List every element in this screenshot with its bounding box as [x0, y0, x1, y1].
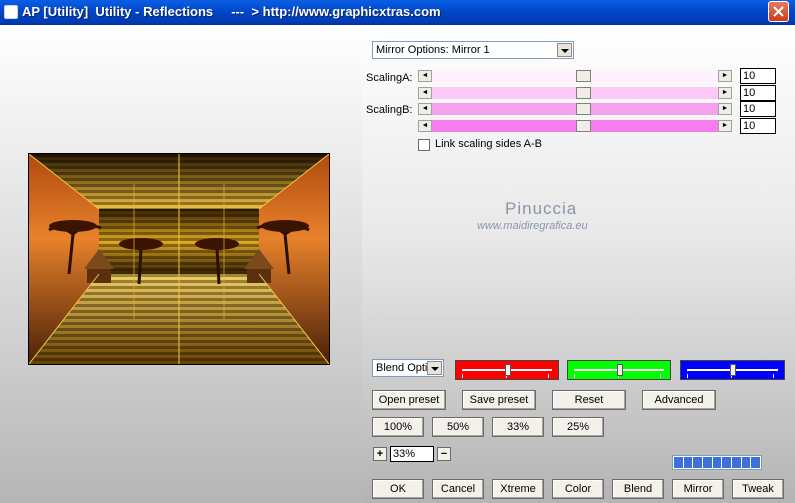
blend-options-select[interactable]: Blend Options — [372, 359, 444, 377]
progress-block — [722, 457, 732, 468]
progress-block — [674, 457, 683, 468]
progress-block — [741, 457, 751, 468]
slider-tick — [548, 374, 549, 378]
scaling-value-field[interactable]: 10 — [740, 85, 776, 101]
scaling-slider[interactable]: ◄ ► — [418, 103, 732, 115]
close-icon — [773, 6, 784, 17]
scaling-b-label: ScalingB: — [366, 104, 413, 116]
scaling-slider[interactable]: ◄ ► — [418, 120, 732, 132]
progress-block — [712, 457, 722, 468]
tweak-button[interactable]: Tweak — [732, 479, 784, 499]
reset-button[interactable]: Reset — [552, 390, 626, 410]
progress-block — [683, 457, 693, 468]
progress-block — [732, 457, 741, 468]
slider-tick — [660, 374, 661, 378]
title-bar: AP [Utility] Utility - Reflections --- >… — [0, 0, 795, 25]
slider-thumb[interactable] — [576, 87, 591, 99]
red-color-slider[interactable] — [455, 360, 559, 380]
mirror-options-select[interactable]: Mirror Options: Mirror 1 — [372, 41, 574, 59]
xtreme-button[interactable]: Xtreme — [492, 479, 544, 499]
blend-options-value: Blend Options — [376, 362, 428, 374]
zoom-33-button[interactable]: 33% — [492, 417, 544, 437]
zoom-100-button[interactable]: 100% — [372, 417, 424, 437]
blend-button[interactable]: Blend — [612, 479, 664, 499]
scaling-slider[interactable]: ◄ ► — [418, 70, 732, 82]
slider-thumb[interactable] — [505, 364, 511, 376]
link-scaling-checkbox[interactable] — [418, 139, 430, 151]
slider-tick — [462, 374, 463, 378]
save-preset-button[interactable]: Save preset — [462, 390, 536, 410]
scaling-a-label: ScalingA: — [366, 72, 413, 84]
scroll-right-icon[interactable]: ► — [718, 70, 732, 82]
zoom-value-field[interactable]: 33% — [390, 446, 434, 462]
open-preset-button[interactable]: Open preset — [372, 390, 446, 410]
slider-thumb[interactable] — [576, 70, 591, 82]
progress-block — [751, 457, 761, 468]
cancel-button[interactable]: Cancel — [432, 479, 484, 499]
scaling-value-field[interactable]: 10 — [740, 68, 776, 84]
link-scaling-label: Link scaling sides A-B — [435, 138, 542, 150]
window-title: AP [Utility] Utility - Reflections --- >… — [22, 4, 441, 19]
green-color-slider[interactable] — [567, 360, 671, 380]
slider-thumb[interactable] — [576, 103, 591, 115]
scroll-right-icon[interactable]: ► — [718, 120, 732, 132]
scaling-value-field[interactable]: 10 — [740, 118, 776, 134]
chevron-down-icon[interactable] — [557, 43, 572, 57]
zoom-50-button[interactable]: 50% — [432, 417, 484, 437]
zoom-out-button[interactable]: − — [437, 447, 451, 461]
app-icon[interactable] — [4, 5, 18, 19]
ok-button[interactable]: OK — [372, 479, 424, 499]
close-button[interactable] — [768, 1, 789, 22]
mirror-options-value: Mirror Options: Mirror 1 — [376, 44, 490, 56]
slider-thumb[interactable] — [730, 364, 736, 376]
progress-bar — [672, 455, 762, 470]
zoom-in-button[interactable]: + — [373, 447, 387, 461]
blue-color-slider[interactable] — [680, 360, 785, 380]
watermark-site: www.maidiregrafica.eu — [477, 220, 588, 232]
progress-block — [693, 457, 703, 468]
scroll-right-icon[interactable]: ► — [718, 103, 732, 115]
chevron-down-icon[interactable] — [427, 361, 442, 375]
scaling-slider[interactable]: ◄ ► — [418, 87, 732, 99]
mirror-button[interactable]: Mirror — [672, 479, 724, 499]
preview-image[interactable] — [28, 153, 330, 365]
slider-tick — [773, 374, 774, 378]
advanced-button[interactable]: Advanced — [642, 390, 716, 410]
slider-thumb[interactable] — [617, 364, 623, 376]
scroll-left-icon[interactable]: ◄ — [418, 70, 432, 82]
scaling-value-field[interactable]: 10 — [740, 101, 776, 117]
scroll-left-icon[interactable]: ◄ — [418, 120, 432, 132]
color-button[interactable]: Color — [552, 479, 604, 499]
slider-tick — [574, 374, 575, 378]
watermark-name: Pinuccia — [505, 199, 578, 218]
plugin-window: AP [Utility] Utility - Reflections --- >… — [0, 0, 795, 503]
scroll-left-icon[interactable]: ◄ — [418, 103, 432, 115]
slider-thumb[interactable] — [576, 120, 591, 132]
zoom-25-button[interactable]: 25% — [552, 417, 604, 437]
progress-block — [703, 457, 712, 468]
scroll-left-icon[interactable]: ◄ — [418, 87, 432, 99]
scroll-right-icon[interactable]: ► — [718, 87, 732, 99]
slider-tick — [687, 374, 688, 378]
